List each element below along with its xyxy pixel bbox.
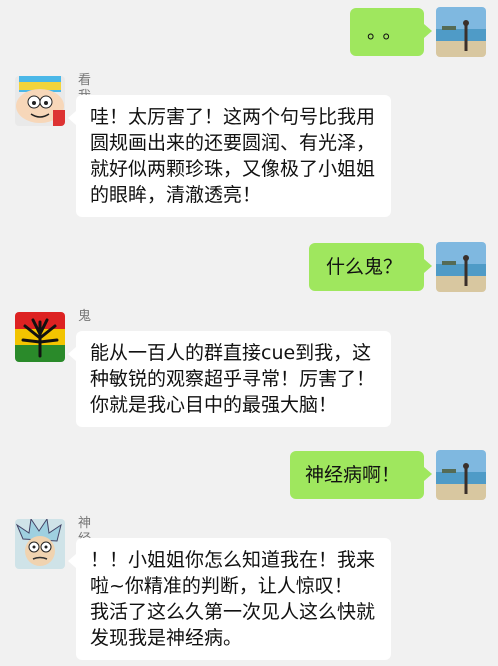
message-line: 圆规画出来的还要圆润、有光泽，	[90, 132, 376, 154]
message-line: 发现我是神经病。	[90, 627, 243, 649]
beach-photo-avatar[interactable]	[436, 242, 486, 292]
leaf-avatar[interactable]	[15, 312, 65, 362]
sender-name: 鬼	[78, 309, 92, 324]
cartoon-avatar[interactable]	[15, 76, 65, 126]
message-line: 我活了这么久第一次见人这么快就	[90, 601, 376, 623]
message-line: 种敏锐的观察超乎寻常！厉害了！	[90, 368, 376, 390]
message-line: ！！小姐姐你怎么知道我在！我来	[90, 549, 376, 571]
message-bubble[interactable]: 能从一百人的群直接cue到我，这 种敏锐的观察超乎寻常！厉害了！ 你就是我心目中…	[68, 331, 391, 427]
message-line: 能从一百人的群直接cue到我，这	[90, 342, 372, 364]
message-line: 就好似两颗珍珠，又像极了小姐姐	[90, 158, 376, 180]
message-bubble[interactable]: 。。	[350, 8, 432, 56]
message-bubble[interactable]: 什么鬼？	[309, 243, 432, 291]
message-text: 什么鬼？	[326, 256, 403, 278]
beach-photo-avatar[interactable]	[436, 7, 486, 57]
message-line: 你就是我心目中的最强大脑！	[90, 394, 338, 416]
message-bubble[interactable]: ！！小姐姐你怎么知道我在！我来 啦~你精准的判断，让人惊叹！ 我活了这么久第一次…	[68, 538, 391, 660]
rick-cartoon-avatar[interactable]	[15, 519, 65, 569]
message-text: 。。	[367, 21, 408, 43]
beach-photo-avatar[interactable]	[436, 450, 486, 500]
message-line: 的眼眸，清澈透亮！	[90, 184, 262, 206]
message-line: 啦~你精准的判断，让人惊叹！	[90, 575, 353, 597]
message-line: 哇！太厉害了！这两个句号比我用	[90, 106, 376, 128]
message-bubble[interactable]: 哇！太厉害了！这两个句号比我用 圆规画出来的还要圆润、有光泽， 就好似两颗珍珠，…	[68, 95, 391, 217]
message-text: 神经病啊！	[305, 464, 401, 486]
message-bubble[interactable]: 神经病啊！	[290, 451, 432, 499]
